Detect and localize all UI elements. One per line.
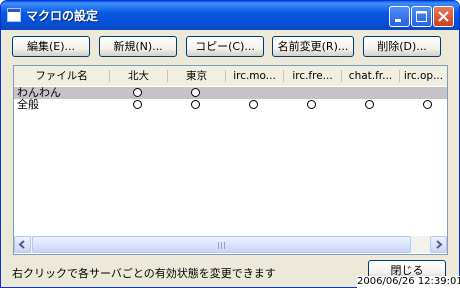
minimize-icon [395,19,401,22]
row-filename: 全般 [17,98,39,111]
maximize-button[interactable] [411,6,432,27]
list-header: ファイル名 北大 東京 irc.mo... irc.fre... chat.fr… [14,66,447,86]
enabled-radio[interactable] [307,100,316,109]
column-header-server[interactable]: chat.fr... [342,66,399,86]
enabled-radio[interactable] [365,100,374,109]
list-row-zenpan[interactable]: 全般 [14,98,447,111]
enabled-radio[interactable] [423,100,432,109]
rename-button[interactable]: 名前変更(R)... [272,36,354,57]
column-header-filename[interactable]: ファイル名 [14,66,109,86]
scroll-thumb[interactable] [32,236,411,253]
title-bar[interactable]: マクロの設定 [1,1,459,30]
edit-button[interactable]: 編集(E)... [12,36,90,57]
enabled-radio[interactable] [133,100,142,109]
maximize-icon [416,11,427,22]
timestamp: 2006/06/26 12:39:01 [357,276,460,288]
arrow-left-icon [18,240,25,249]
column-header-server[interactable]: 北大 [110,66,167,86]
column-header-server[interactable]: 東京 [168,66,225,86]
new-button[interactable]: 新規(N)... [99,36,177,57]
enabled-radio[interactable] [133,88,142,97]
scroll-right-button[interactable] [430,236,447,253]
enabled-radio[interactable] [191,100,200,109]
grip-icon [218,242,227,249]
horizontal-scrollbar[interactable] [14,236,447,253]
column-header-server[interactable]: irc.fre... [284,66,341,86]
arrow-right-icon [436,240,443,249]
copy-button[interactable]: コピー(C)... [186,36,264,57]
enabled-radio[interactable] [249,100,258,109]
window-icon [7,8,21,22]
enabled-radio[interactable] [191,88,200,97]
scroll-left-button[interactable] [14,236,31,253]
column-header-server[interactable]: irc.mo... [226,66,283,86]
status-hint: 右クリックで各サーバごとの有効状態を変更できます [12,267,276,280]
macro-list[interactable]: ファイル名 北大 東京 irc.mo... irc.fre... chat.fr… [13,65,448,255]
list-row-wanwan[interactable]: わんわん [14,86,447,99]
column-header-server[interactable]: irc.op... [400,66,447,86]
close-button[interactable] [433,6,454,27]
macro-settings-window: マクロの設定 編集(E)... 新規(N)... コピー(C)... 名前変更(… [0,0,460,288]
window-title: マクロの設定 [26,9,99,23]
delete-button[interactable]: 削除(D)... [363,36,441,57]
close-icon [438,11,449,22]
minimize-button[interactable] [389,6,410,27]
